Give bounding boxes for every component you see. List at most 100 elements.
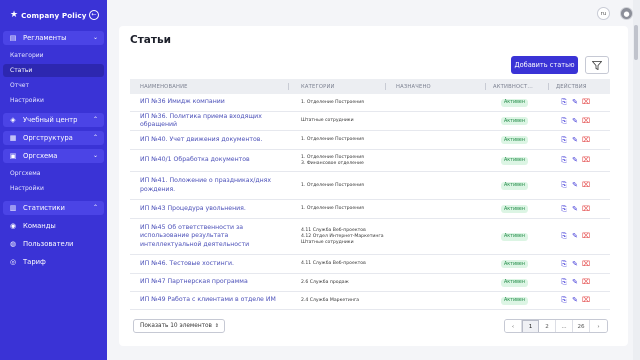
brand[interactable]: ★ Company Policy ← [0,0,107,30]
sidebar-item-label: Пользователи [23,240,74,248]
chevron-up-icon: ⌃ [92,116,98,123]
delete-trash-icon[interactable]: ⌧ [582,117,590,125]
edit-pencil-icon[interactable]: ✎ [571,157,579,165]
delete-trash-icon[interactable]: ⌧ [582,99,590,107]
column-header-name[interactable]: НАИМЕНОВАНИЕ [140,84,188,90]
sidebar-item-orgscheme[interactable]: Оргсхема [3,167,104,180]
sidebar-item-orgscheme-settings[interactable]: Настройки [3,182,104,195]
edit-pencil-icon[interactable]: ✎ [571,260,579,268]
row-actions: ⎘ ✎ ⌧ [560,297,590,305]
delete-trash-icon[interactable]: ⌧ [582,260,590,268]
column-header-categories[interactable]: КАТЕГОРИИ [301,84,335,90]
filter-icon [592,60,602,70]
table-row: ИП №46. Тестовые хостинги. 4.11 Служба Ве… [130,255,610,274]
view-document-icon[interactable]: ⎘ [560,117,568,125]
page-button[interactable]: 26 [573,320,590,332]
delete-trash-icon[interactable]: ⌧ [582,297,590,305]
sidebar-section-reglaments[interactable]: ▤ Регламенты ⌄ [3,31,104,45]
table-row: ИП №41. Положение о праздниках/днях рожд… [130,172,610,200]
column-divider[interactable] [548,83,549,90]
page-button[interactable]: 1 [522,320,539,332]
page-size-select[interactable]: Показать 10 элементов ⇕ [133,319,225,333]
article-name-link[interactable]: ИП №47 Партнерская программа [140,278,285,287]
article-name-link[interactable]: ИП №40. Учет движения документов. [140,136,285,145]
collapse-sidebar-icon[interactable]: ← [89,10,99,20]
article-name-link[interactable]: ИП №45 Об ответственности за использован… [140,224,285,250]
category-label: 1. Отделение Построения [301,137,364,142]
edit-pencil-icon[interactable]: ✎ [571,182,579,190]
chevron-down-icon: ⌄ [92,152,98,159]
view-document-icon[interactable]: ⎘ [560,297,568,305]
next-page-button[interactable]: › [590,320,607,332]
status-badge: Активен [501,260,529,268]
edit-pencil-icon[interactable]: ✎ [571,117,579,125]
delete-trash-icon[interactable]: ⌧ [582,233,590,241]
column-divider[interactable] [288,83,289,90]
column-divider[interactable] [485,83,486,90]
column-header-activity[interactable]: АКТИВНОСТ... [493,84,533,90]
delete-trash-icon[interactable]: ⌧ [582,157,590,165]
sidebar-item-report[interactable]: Отчет [3,79,104,92]
pagination: ‹ 1 2 ... 26 › [504,319,608,333]
delete-trash-icon[interactable]: ⌧ [582,279,590,287]
edit-pencil-icon[interactable]: ✎ [571,297,579,305]
delete-trash-icon[interactable]: ⌧ [582,182,590,190]
page-ellipsis: ... [556,320,573,332]
edit-pencil-icon[interactable]: ✎ [571,279,579,287]
view-document-icon[interactable]: ⎘ [560,99,568,107]
folder-icon: ▤ [9,34,17,42]
article-name-link[interactable]: ИП №43 Процедура увольнения. [140,205,285,214]
sidebar-section-orgscheme[interactable]: ▣ Оргсхема ⌄ [3,149,104,163]
delete-trash-icon[interactable]: ⌧ [582,136,590,144]
add-article-button[interactable]: Добавить статью [511,56,578,74]
status-badge: Активен [501,181,529,190]
page-button[interactable]: 2 [539,320,556,332]
article-name-link[interactable]: ИП №41. Положение о праздниках/днях рожд… [140,177,285,194]
article-name-link[interactable]: ИП №36 Имидж компании [140,98,285,107]
edit-pencil-icon[interactable]: ✎ [571,205,579,213]
org-icon: ▦ [9,134,17,142]
delete-trash-icon[interactable]: ⌧ [582,205,590,213]
sidebar-section-training[interactable]: ◈ Учебный центр ⌃ [3,113,104,127]
sidebar-item-categories[interactable]: Категории [3,49,104,62]
language-switcher[interactable]: ru [597,7,610,20]
column-divider[interactable] [385,83,386,90]
prev-page-button[interactable]: ‹ [505,320,522,332]
articles-card: Статьи Добавить статью НАИМЕНОВАНИЕ КАТЕ… [119,26,628,346]
view-document-icon[interactable]: ⎘ [560,279,568,287]
scrollbar-thumb[interactable] [634,25,638,60]
filter-button[interactable] [585,56,609,74]
view-document-icon[interactable]: ⎘ [560,260,568,268]
row-actions: ⎘ ✎ ⌧ [560,205,590,213]
article-name-link[interactable]: ИП №36. Политика приема входящих обращен… [140,113,285,130]
sidebar-section-orgstructure[interactable]: ▦ Оргструктура ⌃ [3,131,104,145]
view-document-icon[interactable]: ⎘ [560,157,568,165]
row-actions: ⎘ ✎ ⌧ [560,260,590,268]
status-badge: Активен [501,136,529,144]
article-categories: 4.11 Служба Веб-проектов [301,261,391,267]
sidebar-item-users[interactable]: ◍ Пользователи [3,237,104,251]
view-document-icon[interactable]: ⎘ [560,182,568,190]
article-name-link[interactable]: ИП №49 Работа с клиентами в отделе ИМ [140,296,285,305]
sidebar-item-teams[interactable]: ◉ Команды [3,219,104,233]
view-document-icon[interactable]: ⎘ [560,205,568,213]
team-icon: ◉ [9,222,17,230]
edit-pencil-icon[interactable]: ✎ [571,233,579,241]
article-categories: Штатные сотрудники [301,118,391,124]
view-document-icon[interactable]: ⎘ [560,136,568,144]
brand-name: Company Policy [21,10,87,20]
article-name-link[interactable]: ИП №46. Тестовые хостинги. [140,260,285,269]
sidebar-item-articles[interactable]: Статьи [3,64,104,77]
sidebar-section-statistics[interactable]: ▥ Статистики ⌃ [3,201,104,215]
sidebar-item-settings[interactable]: Настройки [3,94,104,107]
edit-pencil-icon[interactable]: ✎ [571,136,579,144]
tariff-icon: ◎ [9,258,17,266]
sidebar-item-tariff[interactable]: ◎ Тариф [3,255,104,269]
article-name-link[interactable]: ИП №40/1 Обработка документов [140,156,285,165]
view-document-icon[interactable]: ⎘ [560,233,568,241]
edit-pencil-icon[interactable]: ✎ [571,99,579,107]
column-header-assigned[interactable]: НАЗНАЧЕНО [396,84,431,90]
avatar[interactable]: ● [620,7,633,20]
row-actions: ⎘ ✎ ⌧ [560,117,590,125]
row-actions: ⎘ ✎ ⌧ [560,99,590,107]
